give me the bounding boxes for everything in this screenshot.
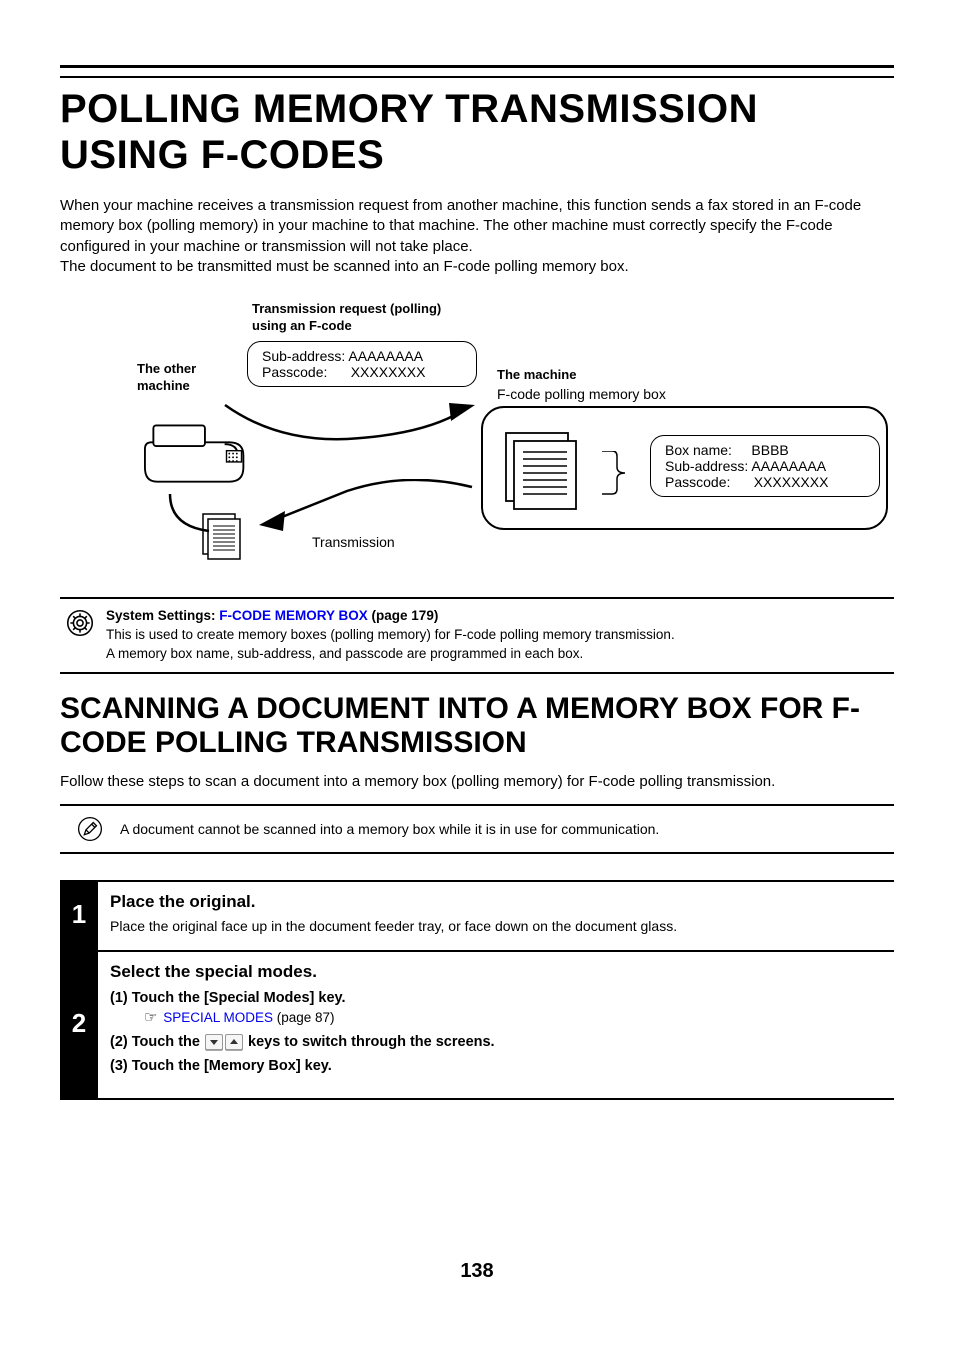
arrow-request bbox=[217, 397, 477, 442]
arrow-transmission bbox=[257, 479, 482, 539]
arrow-down-key-icon bbox=[205, 1034, 223, 1050]
note-box: A document cannot be scanned into a memo… bbox=[60, 804, 894, 854]
settings-line1: This is used to create memory boxes (pol… bbox=[106, 626, 675, 645]
doc-large-icon bbox=[505, 432, 585, 512]
settings-line2: A memory box name, sub-address, and pass… bbox=[106, 645, 675, 664]
machine-title: The machine bbox=[497, 367, 576, 384]
gear-icon bbox=[66, 609, 94, 637]
step-1-number: 1 bbox=[60, 880, 98, 950]
main-title: POLLING MEMORY TRANSMISSION USING F-CODE… bbox=[60, 86, 894, 178]
step-2-sub1: (1) Touch the [Special Modes] key. ☞ SPE… bbox=[110, 990, 894, 1026]
request-code-box: Sub-address: AAAAAAAA Passcode: XXXXXXXX bbox=[247, 341, 477, 387]
bracket-icon bbox=[597, 451, 647, 496]
arrow-up-key-icon bbox=[225, 1034, 243, 1050]
polling-diagram: Transmission request (polling) using an … bbox=[107, 301, 847, 571]
transmission-label: Transmission bbox=[312, 533, 395, 552]
step-2: 2 Select the special modes. (1) Touch th… bbox=[60, 950, 894, 1098]
special-modes-link[interactable]: SPECIAL MODES bbox=[163, 1010, 273, 1025]
intro-paragraph: When your machine receives a transmissio… bbox=[60, 196, 894, 277]
step-2-title: Select the special modes. bbox=[110, 962, 894, 982]
system-settings-box: System Settings: F-CODE MEMORY BOX (page… bbox=[60, 597, 894, 674]
step-1: 1 Place the original. Place the original… bbox=[60, 880, 894, 950]
step-1-desc: Place the original face up in the docume… bbox=[110, 918, 894, 934]
step-2-number: 2 bbox=[60, 950, 98, 1098]
note-text: A document cannot be scanned into a memo… bbox=[120, 821, 659, 837]
section2-intro: Follow these steps to scan a document in… bbox=[60, 773, 894, 790]
fcode-memory-box-link[interactable]: F-CODE MEMORY BOX bbox=[219, 608, 368, 623]
step-2-sub3: (3) Touch the [Memory Box] key. bbox=[110, 1058, 894, 1074]
step-2-sub2: (2) Touch the keys to switch through the… bbox=[110, 1034, 894, 1050]
request-title: Transmission request (polling) using an … bbox=[252, 301, 492, 335]
steps-container: 1 Place the original. Place the original… bbox=[60, 880, 894, 1100]
settings-text: System Settings: F-CODE MEMORY BOX (page… bbox=[106, 607, 675, 664]
step2-s1-post: (page 87) bbox=[273, 1010, 335, 1025]
machine-subtitle: F-code polling memory box bbox=[497, 385, 666, 404]
branch-line bbox=[167, 491, 222, 546]
settings-heading-pre: System Settings: bbox=[106, 608, 219, 623]
section2-title: SCANNING A DOCUMENT INTO A MEMORY BOX FO… bbox=[60, 692, 894, 761]
box-info: Box name: BBBB Sub-address: AAAAAAAA Pas… bbox=[650, 435, 880, 497]
double-rule-top bbox=[60, 65, 894, 78]
page-number: 138 bbox=[0, 1260, 954, 1283]
step-1-title: Place the original. bbox=[110, 892, 894, 912]
settings-heading-post: (page 179) bbox=[368, 608, 439, 623]
pencil-note-icon bbox=[76, 816, 104, 842]
pointing-hand-icon: ☞ bbox=[144, 1008, 157, 1026]
other-machine-label: The other machine bbox=[137, 361, 196, 395]
